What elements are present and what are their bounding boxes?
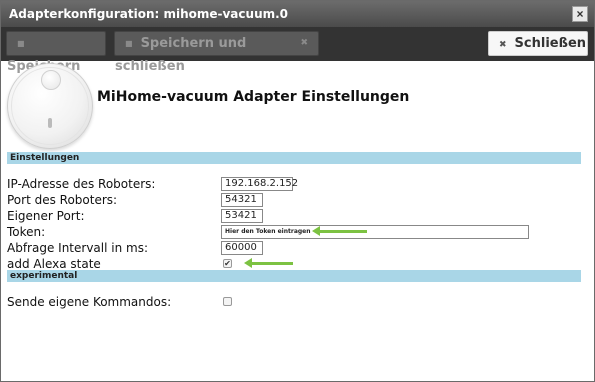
save-icon: ■ <box>17 39 25 48</box>
green-arrow <box>244 258 293 268</box>
alexa-label: add Alexa state <box>7 257 101 271</box>
alexa-checkbox[interactable]: ✔ <box>223 259 232 268</box>
commands-label: Sende eigene Kommandos: <box>7 295 172 309</box>
vacuum-robot-image <box>7 63 93 149</box>
window-title: Adapterkonfiguration: mihome-vacuum.0 <box>9 7 289 21</box>
toolbar: ■Speichern ■Speichern und schließen ✖ ✖S… <box>1 27 594 74</box>
own-port-input[interactable]: 53421 <box>221 209 263 223</box>
save-icon: ■ <box>125 39 133 48</box>
page-title: MiHome-vacuum Adapter Einstellungen <box>97 89 410 105</box>
token-label: Token: <box>7 225 46 239</box>
token-input[interactable]: Hier den Token eintragen <box>221 225 529 239</box>
port-label: Port des Roboters: <box>7 193 118 207</box>
title-bar: Adapterkonfiguration: mihome-vacuum.0 × <box>1 1 594 27</box>
own-port-label: Eigener Port: <box>7 209 85 223</box>
commands-checkbox[interactable] <box>223 297 232 306</box>
ip-input[interactable]: 192.168.2.152 <box>221 177 298 191</box>
close-icon: ✖ <box>499 40 507 50</box>
section-settings: Einstellungen <box>7 152 581 164</box>
interval-input[interactable]: 60000 <box>221 241 263 255</box>
close-button[interactable]: ✖ Schließen <box>488 31 588 56</box>
save-button[interactable]: ■Speichern <box>6 31 106 74</box>
adapter-config-dialog: Adapterkonfiguration: mihome-vacuum.0 × … <box>0 0 595 382</box>
ip-label: IP-Adresse des Roboters: <box>7 177 156 191</box>
green-arrow <box>312 226 367 236</box>
close-button-label: Schließen <box>514 36 587 51</box>
port-input[interactable]: 54321 <box>221 193 263 207</box>
section-experimental: experimental <box>7 270 581 282</box>
vacuum-lidar <box>41 70 61 90</box>
close-icon: ✖ <box>300 38 308 48</box>
save-and-close-button[interactable]: ■ Speichern und schließen ✖ <box>114 31 319 74</box>
save-and-close-label: Speichern und schließen <box>115 36 247 74</box>
interval-label: Abfrage Intervall in ms: <box>7 241 148 255</box>
close-icon[interactable]: × <box>572 6 588 22</box>
vacuum-button <box>48 118 52 128</box>
